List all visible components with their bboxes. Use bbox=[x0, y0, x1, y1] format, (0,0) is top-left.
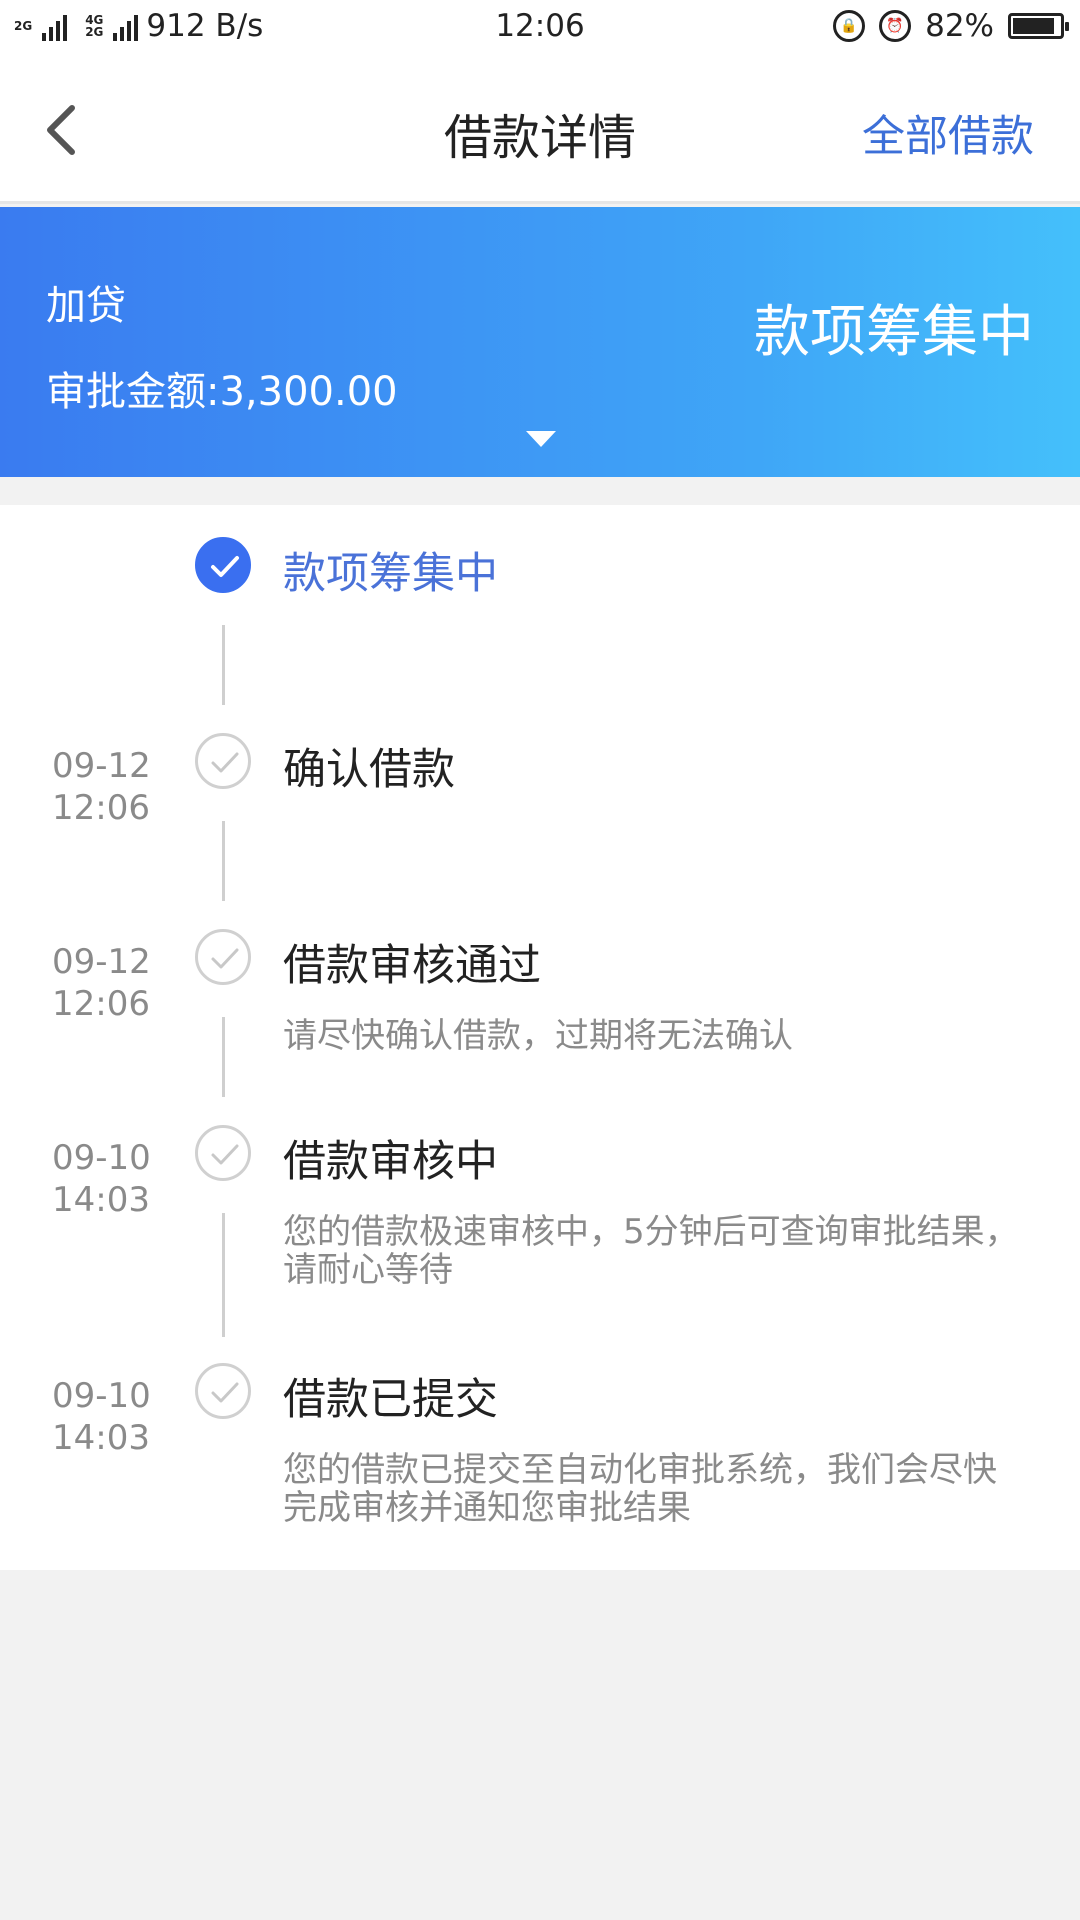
timeline-title: 借款已提交 bbox=[283, 1375, 498, 1425]
timeline-title: 款项筹集中 bbox=[283, 549, 498, 599]
timeline-date: 09-10 14:03 bbox=[52, 1138, 151, 1220]
check-circle-icon bbox=[195, 733, 251, 789]
all-loans-link[interactable]: 全部借款 bbox=[862, 102, 1034, 164]
expand-arrow-icon[interactable] bbox=[526, 431, 556, 447]
banner-status: 款项筹集中 bbox=[754, 300, 1034, 365]
timeline-connector bbox=[222, 1017, 225, 1097]
timeline-connector bbox=[222, 625, 225, 705]
battery-percent: 82% bbox=[925, 8, 994, 44]
timeline-description: 您的借款已提交至自动化审批系统，我们会尽快完成审核并通知您审批结果 bbox=[283, 1450, 997, 1528]
status-right: 🔒 ⏰ 82% bbox=[833, 8, 1069, 44]
timeline-date: 09-10 14:03 bbox=[52, 1376, 151, 1458]
loan-status-banner: 加贷 审批金额:3,300.00 款项筹集中 bbox=[0, 207, 1080, 477]
loan-type-label: 加贷 bbox=[46, 283, 126, 329]
rotation-lock-icon: 🔒 bbox=[833, 10, 866, 42]
battery-icon bbox=[1008, 13, 1069, 39]
timeline-date: 09-12 12:06 bbox=[52, 942, 151, 1024]
check-circle-icon bbox=[195, 1363, 251, 1419]
loan-timeline: 款项筹集中 09-12 12:06 确认借款 09-12 12:06 借款审核通… bbox=[0, 505, 1080, 1570]
timeline-title: 借款审核中 bbox=[283, 1137, 498, 1187]
timeline-description: 请尽快确认借款，过期将无法确认 bbox=[283, 1016, 793, 1056]
timeline-description: 您的借款极速审核中，5分钟后可查询审批结果，请耐心等待 bbox=[283, 1212, 1019, 1290]
header: 借款详情 全部借款 bbox=[0, 56, 1080, 204]
timeline-title: 确认借款 bbox=[283, 745, 455, 795]
timeline-date: 09-12 12:06 bbox=[52, 746, 151, 828]
check-circle-icon bbox=[195, 537, 251, 593]
timeline-title: 借款审核通过 bbox=[283, 941, 541, 991]
approved-amount: 审批金额:3,300.00 bbox=[46, 369, 398, 415]
timeline-connector bbox=[222, 821, 225, 901]
check-circle-icon bbox=[195, 929, 251, 985]
check-circle-icon bbox=[195, 1125, 251, 1181]
alarm-icon: ⏰ bbox=[879, 10, 912, 42]
status-bar: 2G 4G 2G 912 B/s 12:06 🔒 ⏰ 82% bbox=[0, 0, 1080, 56]
timeline-connector bbox=[222, 1213, 225, 1337]
